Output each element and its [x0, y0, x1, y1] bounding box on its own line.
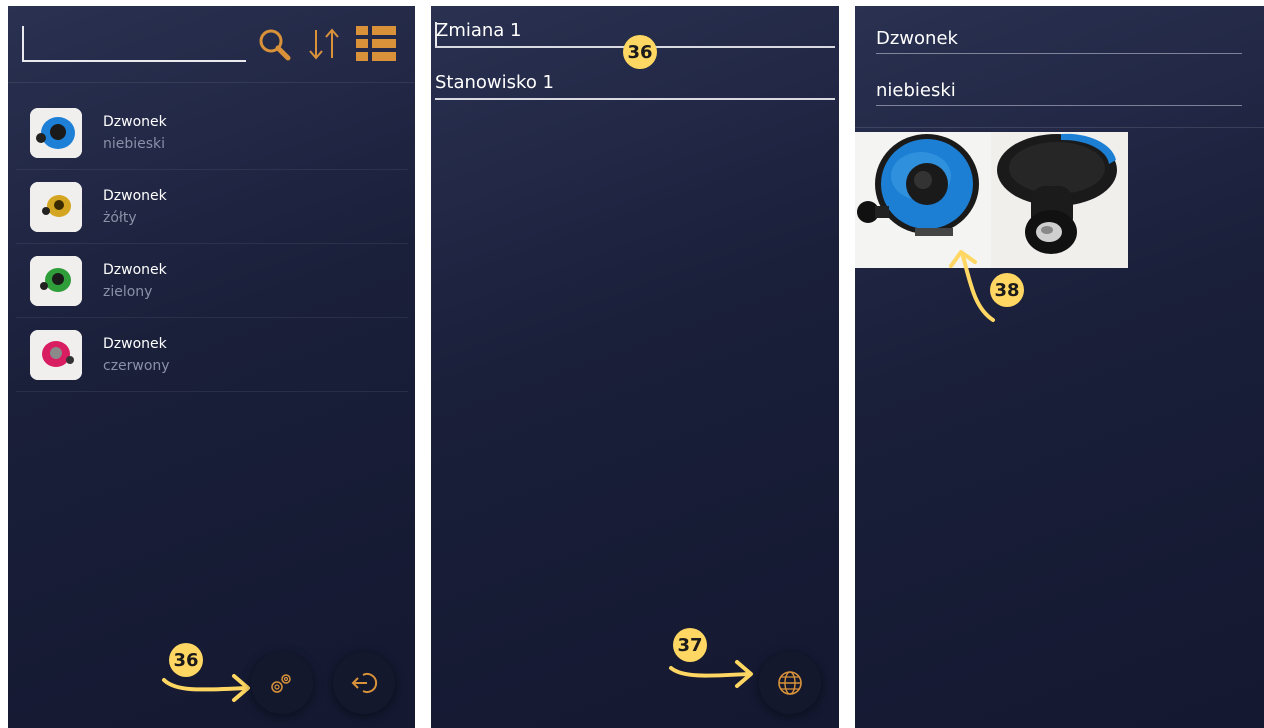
list-screen: Dzwonek niebieski Dzwonek żółty Dzwonek …: [8, 6, 415, 728]
item-subtitle: zielony: [103, 284, 153, 300]
color-field[interactable]: niebieski: [876, 80, 956, 101]
item-subtitle: niebieski: [103, 136, 166, 152]
list-view-icon[interactable]: [354, 22, 398, 66]
item-thumbnail: [30, 330, 82, 380]
shift-screen: Zmiana 1 36 Stanowisko 1 37: [431, 6, 839, 728]
list-item[interactable]: Dzwonek żółty: [16, 170, 408, 244]
field-underline: [876, 53, 1242, 54]
item-thumbnail: [30, 256, 82, 306]
sort-icon[interactable]: [302, 22, 346, 66]
item-subtitle: żółty: [103, 210, 137, 226]
settings-button[interactable]: [251, 652, 313, 714]
gears-icon: [271, 674, 291, 693]
item-list: Dzwonek niebieski Dzwonek żółty Dzwonek …: [16, 96, 408, 392]
annotation-badge: 38: [990, 273, 1024, 307]
list-item[interactable]: Dzwonek czerwony: [16, 318, 408, 392]
search-input[interactable]: [22, 28, 246, 62]
item-subtitle: czerwony: [103, 358, 170, 374]
product-photo[interactable]: [991, 132, 1128, 268]
list-item[interactable]: Dzwonek zielony: [16, 244, 408, 318]
field-underline: [435, 98, 835, 100]
item-title: Dzwonek: [103, 336, 167, 352]
station-field[interactable]: Stanowisko 1: [435, 72, 554, 93]
field-underline: [876, 105, 1242, 106]
item-thumbnail: [30, 182, 82, 232]
shift-field[interactable]: Zmiana 1: [436, 20, 522, 41]
logout-icon: [351, 673, 378, 693]
item-title: Dzwonek: [103, 262, 167, 278]
annotation-arrow: [162, 674, 250, 702]
toolbar: [8, 6, 415, 83]
annotation-badge: 36: [623, 35, 657, 69]
detail-screen: Dzwonek niebieski 38: [855, 6, 1264, 728]
globe-button[interactable]: [759, 652, 821, 714]
globe-chat-icon: [778, 671, 802, 695]
item-title: Dzwonek: [103, 114, 167, 130]
item-thumbnail: [30, 108, 82, 158]
annotation-arrow: [669, 660, 753, 688]
logout-button[interactable]: [333, 652, 395, 714]
item-title: Dzwonek: [103, 188, 167, 204]
search-icon[interactable]: [252, 22, 296, 66]
name-field[interactable]: Dzwonek: [876, 28, 958, 49]
divider: [855, 127, 1264, 128]
list-item[interactable]: Dzwonek niebieski: [16, 96, 408, 170]
